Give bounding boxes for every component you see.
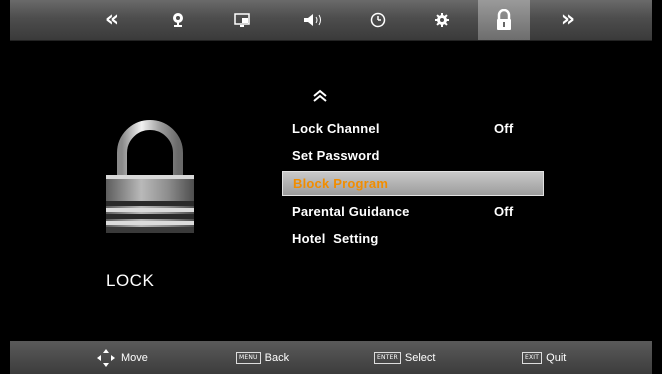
menu-key-icon: MENU <box>236 351 261 364</box>
menu-item-label: Lock Channel <box>292 121 380 136</box>
menu-item-value: Off <box>494 121 514 136</box>
hint-select: ENTER Select <box>374 341 435 374</box>
tab-setup[interactable] <box>424 0 460 40</box>
large-padlock-icon <box>106 120 194 233</box>
menu-item-label: Hotel Setting <box>292 231 379 246</box>
hint-back: MENU Back <box>236 341 289 374</box>
menu-item-lock-channel[interactable]: Lock Channel Off <box>282 115 546 142</box>
scroll-up-icon[interactable] <box>310 89 330 105</box>
tab-channel[interactable] <box>160 0 196 40</box>
tab-lock[interactable] <box>478 0 530 40</box>
menu-item-hotel-setting[interactable]: Hotel Setting <box>282 225 546 252</box>
tab-next[interactable]: » <box>548 0 584 40</box>
tab-picture[interactable] <box>224 0 260 40</box>
top-tab-bar: « » <box>10 0 652 41</box>
menu-item-label: Block Program <box>293 176 389 191</box>
padlock-icon <box>497 9 511 30</box>
clock-icon <box>370 12 386 28</box>
hint-move: Move <box>96 341 148 374</box>
tab-sound[interactable] <box>294 0 334 40</box>
gear-icon <box>435 13 449 27</box>
menu-item-block-program[interactable]: Block Program <box>282 171 544 196</box>
menu-item-set-password[interactable]: Set Password <box>282 142 546 169</box>
menu-item-parental-guidance[interactable]: Parental Guidance Off <box>282 198 546 225</box>
hint-quit-label: Quit <box>546 351 567 364</box>
hint-select-label: Select <box>404 351 436 364</box>
menu-item-label: Set Password <box>292 148 380 163</box>
double-chevron-left-icon: « <box>104 7 119 32</box>
section-title: LOCK <box>106 271 155 290</box>
double-chevron-right-icon: » <box>560 7 575 32</box>
enter-key-icon: ENTER <box>374 351 401 364</box>
tab-time[interactable] <box>360 0 396 40</box>
hint-quit: EXIT Quit <box>522 341 566 374</box>
hint-back-label: Back <box>264 351 290 364</box>
speaker-icon <box>304 14 321 26</box>
dpad-icon <box>97 348 115 367</box>
lock-menu: Lock Channel Off Set Password Block Prog… <box>282 115 546 252</box>
picture-icon <box>234 13 250 27</box>
menu-item-value: Off <box>494 204 514 219</box>
double-chevron-up-icon <box>313 89 327 102</box>
bottom-hint-bar: Move MENU Back ENTER Select EXIT Quit <box>10 341 652 374</box>
menu-item-label: Parental Guidance <box>292 204 410 219</box>
main-panel: LOCK Lock Channel Off Set Password Block… <box>10 41 652 356</box>
tab-prev[interactable]: « <box>92 0 128 40</box>
tv-osd-screen: « » LOCK Lock Channel Off Set Password B… <box>0 0 662 374</box>
satellite-dish-icon <box>173 13 183 27</box>
exit-key-icon: EXIT <box>522 351 543 364</box>
hint-move-label: Move <box>121 351 148 364</box>
